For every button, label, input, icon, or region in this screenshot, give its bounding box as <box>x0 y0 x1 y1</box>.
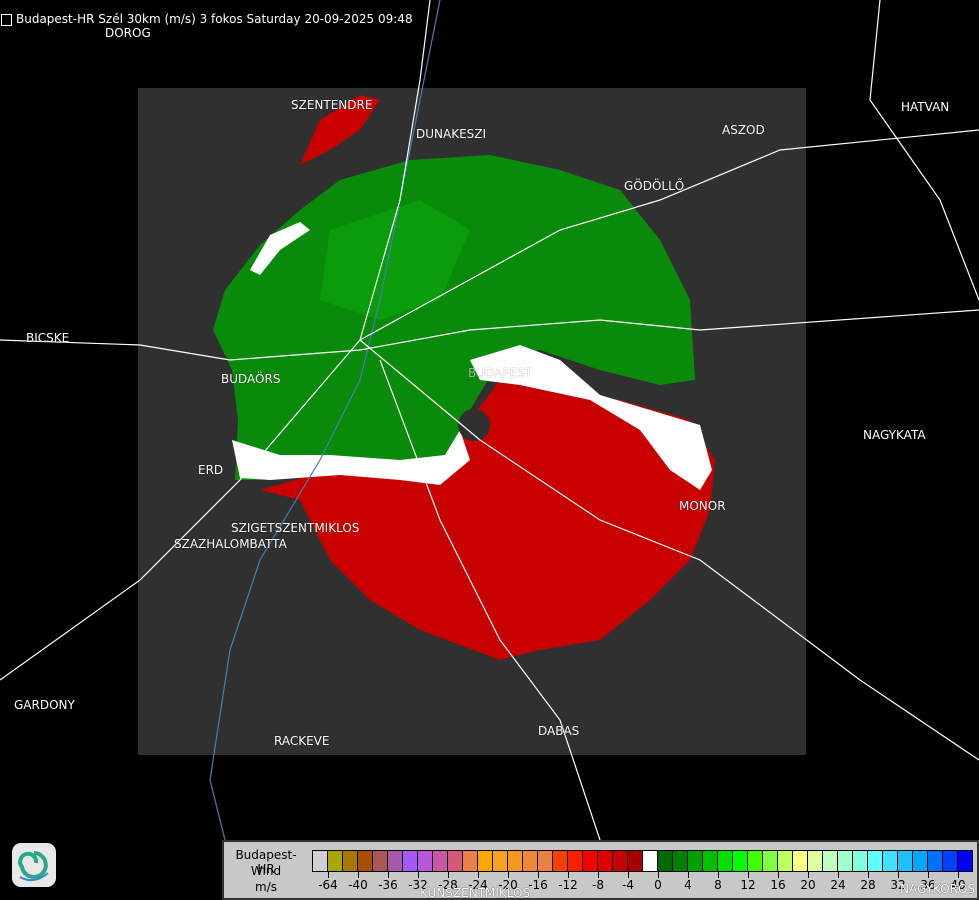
place-label: DABAS <box>538 724 580 738</box>
legend-tick-label: -8 <box>592 878 604 892</box>
place-label: GÖDÖLLŐ <box>624 179 685 193</box>
place-label: SZAZHALOMBATTA <box>174 537 287 551</box>
legend-swatch <box>793 851 808 871</box>
legend-unit: m/s <box>255 880 277 894</box>
place-label: GARDONY <box>14 698 75 712</box>
legend-swatch <box>463 851 478 871</box>
legend-tick-label: -64 <box>318 878 338 892</box>
place-label: MONOR <box>679 499 726 513</box>
legend-swatch <box>628 851 643 871</box>
legend-swatch <box>658 851 673 871</box>
place-label: SZENTENDRE <box>291 98 373 112</box>
place-label: BUDAÖRS <box>221 372 281 386</box>
legend-swatch <box>478 851 493 871</box>
legend-swatch <box>523 851 538 871</box>
legend-tick-label: -4 <box>622 878 634 892</box>
place-label: BICSKE <box>26 331 70 345</box>
place-label: BUDAPEST <box>468 366 533 380</box>
legend-tick-label: 0 <box>654 878 662 892</box>
map-title: Budapest-HR Szél 30km (m/s) 3 fokos Satu… <box>16 12 413 26</box>
road <box>869 0 979 301</box>
legend-swatch <box>343 851 358 871</box>
document-icon <box>1 14 12 26</box>
legend-swatch <box>553 851 568 871</box>
legend-swatch <box>823 851 838 871</box>
place-label: DUNAKESZI <box>416 127 487 141</box>
legend-swatch <box>958 851 972 871</box>
place-label: NAGYKATA <box>863 428 926 442</box>
legend-tick-label: 4 <box>684 878 692 892</box>
legend-swatch <box>373 851 388 871</box>
legend-swatch <box>748 851 763 871</box>
legend-swatch <box>778 851 793 871</box>
legend-swatch <box>508 851 523 871</box>
legend-tick-label: 12 <box>740 878 756 892</box>
legend-swatch <box>583 851 598 871</box>
legend-swatch <box>598 851 613 871</box>
legend-swatch <box>703 851 718 871</box>
place-label: ERD <box>198 463 224 477</box>
legend-swatch <box>418 851 433 871</box>
legend-quantity: Wind <box>250 864 282 878</box>
legend-tick-label: -12 <box>558 878 578 892</box>
legend-swatch <box>838 851 853 871</box>
legend-tick-label: -36 <box>378 878 398 892</box>
legend-swatch <box>733 851 748 871</box>
legend-tick-label: 28 <box>860 878 876 892</box>
legend-swatch <box>538 851 553 871</box>
legend-swatch <box>898 851 913 871</box>
legend-swatch <box>853 851 868 871</box>
legend-swatch <box>868 851 883 871</box>
color-legend: Budapest-HR Wind m/s -64 -40 -36 -32 -28 -24-… <box>222 840 979 900</box>
legend-tick-label: 24 <box>830 878 846 892</box>
legend-swatch <box>568 851 583 871</box>
legend-swatch <box>403 851 418 871</box>
legend-swatch <box>388 851 403 871</box>
swirl-logo-icon <box>12 843 56 887</box>
legend-swatch <box>883 851 898 871</box>
legend-swatch <box>328 851 343 871</box>
legend-tick-label: 8 <box>714 878 722 892</box>
legend-swatch <box>433 851 448 871</box>
legend-swatch <box>643 851 658 871</box>
legend-swatch <box>673 851 688 871</box>
place-label: ASZOD <box>722 123 765 137</box>
legend-swatch <box>493 851 508 871</box>
legend-swatch <box>448 851 463 871</box>
legend-swatch <box>943 851 958 871</box>
place-label: NAGYKOROS <box>900 882 976 896</box>
place-label: SZIGETSZENTMIKLOS <box>231 521 360 535</box>
legend-swatch <box>718 851 733 871</box>
place-label: RACKEVE <box>274 734 330 748</box>
legend-tick-label: 20 <box>800 878 816 892</box>
place-label: HATVAN <box>901 100 950 114</box>
legend-tick-label: -16 <box>528 878 548 892</box>
legend-swatch <box>358 851 373 871</box>
legend-tick-label: 16 <box>770 878 786 892</box>
legend-swatches <box>312 850 973 872</box>
legend-swatch <box>613 851 628 871</box>
legend-swatch <box>928 851 943 871</box>
legend-swatch <box>313 851 328 871</box>
place-label: DOROG <box>105 26 151 40</box>
legend-tick-label: -40 <box>348 878 368 892</box>
legend-swatch <box>913 851 928 871</box>
radar-map <box>0 0 979 900</box>
legend-swatch <box>763 851 778 871</box>
place-label: KUNSZENTMIKLOS <box>420 886 531 900</box>
legend-swatch <box>688 851 703 871</box>
legend-swatch <box>808 851 823 871</box>
